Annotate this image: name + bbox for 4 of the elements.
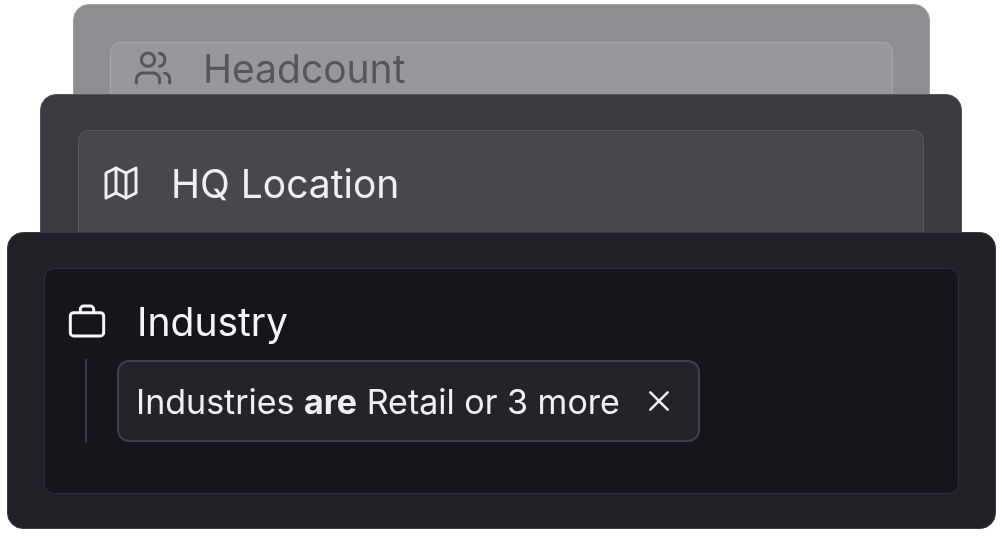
- filter-chip[interactable]: Industries are Retail or 3 more: [117, 360, 700, 442]
- filter-label: Headcount: [203, 48, 406, 88]
- filter-label: HQ Location: [171, 163, 400, 203]
- chip-text: Industries are Retail or 3 more: [136, 379, 620, 424]
